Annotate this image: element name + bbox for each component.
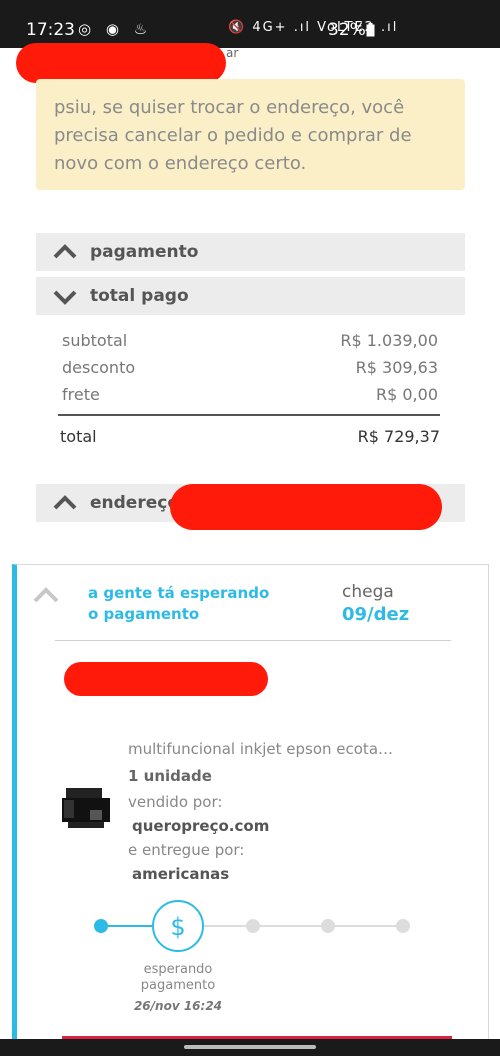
shipping-value: R$ 0,00 bbox=[375, 385, 438, 404]
battery-indicator: 32% bbox=[328, 20, 366, 40]
arrives-date: 09/dez bbox=[342, 604, 410, 625]
chevron-up-icon bbox=[53, 244, 77, 259]
chevron-up-icon bbox=[53, 495, 77, 510]
summary-divider bbox=[58, 414, 440, 416]
subtotal-label: subtotal bbox=[62, 331, 128, 350]
status-time: 17:23 bbox=[26, 20, 75, 40]
redaction-mark bbox=[170, 484, 442, 530]
order-divider bbox=[55, 640, 451, 641]
redaction-mark bbox=[16, 43, 226, 83]
payment-label: pagamento bbox=[90, 242, 199, 262]
total-paid-label: total pago bbox=[90, 286, 189, 306]
shipping-label: frete bbox=[62, 385, 100, 404]
total-paid-accordion[interactable]: total pago bbox=[36, 277, 465, 315]
track-step-pending bbox=[396, 919, 410, 933]
discount-value: R$ 309,63 bbox=[355, 358, 438, 377]
seller-name: queropreço.com bbox=[132, 817, 270, 835]
tracking-step-label: esperando pagamento bbox=[140, 962, 216, 993]
shipping-row: frete R$ 0,00 bbox=[62, 385, 438, 404]
track-step-done bbox=[94, 919, 108, 933]
track-step-pending bbox=[321, 919, 335, 933]
product-name[interactable]: multifuncional inkjet epson ecota… bbox=[128, 740, 393, 758]
navigation-bar bbox=[0, 1039, 500, 1056]
order-status: a gente tá esperando o pagamento bbox=[88, 584, 270, 623]
arrives-label: chega bbox=[342, 582, 394, 602]
delivered-by-label: e entregue por: bbox=[128, 841, 245, 859]
payment-accordion[interactable]: pagamento bbox=[36, 233, 465, 271]
chevron-down-icon bbox=[53, 290, 77, 305]
tracking-progress: $ bbox=[94, 900, 410, 952]
subtotal-row: subtotal R$ 1.039,00 bbox=[62, 331, 438, 350]
product-image[interactable] bbox=[60, 784, 112, 832]
dollar-icon: $ bbox=[170, 913, 185, 941]
subtotal-value: R$ 1.039,00 bbox=[340, 331, 438, 350]
address-notice: psiu, se quiser trocar o endereço, você … bbox=[36, 79, 465, 190]
total-row: total R$ 729,37 bbox=[60, 427, 440, 446]
sold-by-label: vendido por: bbox=[128, 793, 223, 811]
tracking-step-time: 26/nov 16:24 bbox=[133, 999, 223, 1013]
notification-icons: ◎ ◉ ♨ bbox=[78, 20, 153, 38]
discount-label: desconto bbox=[62, 358, 136, 377]
total-label: total bbox=[60, 427, 97, 446]
discount-row: desconto R$ 309,63 bbox=[62, 358, 438, 377]
total-value: R$ 729,37 bbox=[357, 427, 440, 446]
status-bar: 17:23 ◎ ◉ ♨ 🔇 4G+ .ıl VoLTE2 .ıl 32% bbox=[0, 0, 500, 48]
deliverer-name: americanas bbox=[132, 865, 230, 883]
address-label: endereço bbox=[90, 493, 180, 513]
chevron-up-icon[interactable] bbox=[32, 584, 60, 606]
redaction-mark bbox=[64, 662, 268, 696]
home-gesture-pill[interactable] bbox=[184, 1045, 316, 1049]
battery-icon bbox=[366, 23, 375, 37]
product-quantity: 1 unidade bbox=[128, 767, 212, 785]
truncated-text: ar bbox=[226, 46, 239, 60]
track-step-pending bbox=[246, 919, 260, 933]
